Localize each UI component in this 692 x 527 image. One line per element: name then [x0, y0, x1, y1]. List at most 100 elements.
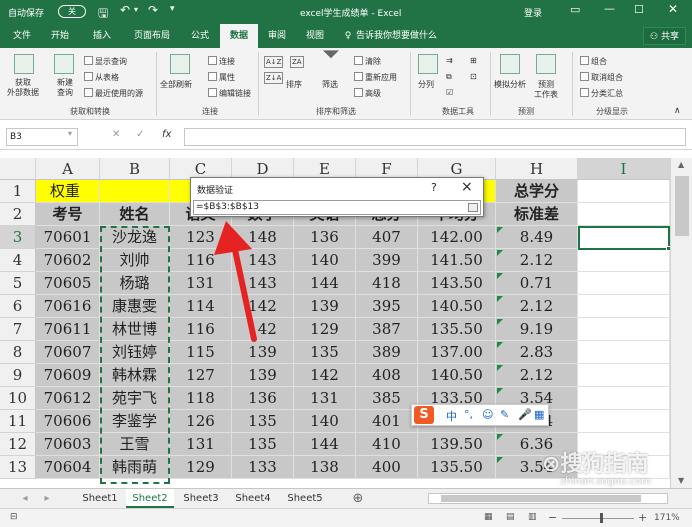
filter-button[interactable]: 筛选 — [322, 80, 338, 90]
tab-formulas[interactable]: 公式 — [182, 24, 218, 48]
row-header-7[interactable]: 7 — [0, 318, 36, 341]
punctuation-icon[interactable]: °, — [464, 408, 473, 421]
cell-h3[interactable]: 8.49 — [496, 226, 578, 249]
sogou-ime-toolbar[interactable]: S 中 °, ☺ ✎ 🎤 ▦ — [411, 404, 549, 426]
toolbox-icon[interactable]: ▦ — [534, 408, 544, 421]
cell-d13[interactable]: 133 — [232, 456, 294, 479]
cell-i7[interactable] — [578, 318, 670, 341]
cell-a7[interactable]: 70611 — [36, 318, 100, 341]
cell-g7[interactable]: 135.50 — [418, 318, 496, 341]
cell-h4[interactable]: 2.12 — [496, 249, 578, 272]
dialog-close-button[interactable]: × — [461, 179, 473, 195]
tab-review[interactable]: 审阅 — [262, 24, 292, 48]
cell-i11[interactable] — [578, 410, 670, 433]
cell-g9[interactable]: 140.50 — [418, 364, 496, 387]
scroll-up-icon[interactable]: ▲ — [678, 160, 684, 169]
cell-d12[interactable]: 135 — [232, 433, 294, 456]
cell-g13[interactable]: 135.50 — [418, 456, 496, 479]
login-link[interactable]: 登录 — [524, 6, 542, 19]
cell-a6[interactable]: 70616 — [36, 295, 100, 318]
cell-f8[interactable]: 389 — [356, 341, 418, 364]
cell-g8[interactable]: 137.00 — [418, 341, 496, 364]
cell-c13[interactable]: 129 — [170, 456, 232, 479]
error-indicator-icon[interactable] — [497, 227, 503, 233]
active-cell[interactable] — [578, 226, 670, 250]
reapply-button[interactable]: 重新应用 — [354, 72, 397, 83]
cell-e5[interactable]: 144 — [294, 272, 356, 295]
cell-e3[interactable]: 136 — [294, 226, 356, 249]
cell-f10[interactable]: 385 — [356, 387, 418, 410]
cell-b1[interactable] — [100, 180, 170, 203]
cell-c11[interactable]: 126 — [170, 410, 232, 433]
scroll-down-icon[interactable]: ▼ — [678, 476, 684, 485]
cell-e10[interactable]: 131 — [294, 387, 356, 410]
tab-page-layout[interactable]: 页面布局 — [128, 24, 176, 48]
column-header-b[interactable]: B — [100, 158, 170, 180]
new-query-button[interactable]: 新建 查询 — [52, 78, 78, 98]
cell-f13[interactable]: 400 — [356, 456, 418, 479]
cell-g5[interactable]: 143.50 — [418, 272, 496, 295]
zoom-slider[interactable] — [562, 518, 634, 519]
row-header-3[interactable]: 3 — [0, 226, 36, 249]
cell-c9[interactable]: 127 — [170, 364, 232, 387]
row-header-8[interactable]: 8 — [0, 341, 36, 364]
cell-i2[interactable] — [578, 203, 670, 226]
sort-button[interactable]: 排序 — [286, 80, 302, 90]
clear-button[interactable]: 清除 — [354, 56, 381, 67]
help-button[interactable]: ? — [431, 181, 437, 194]
row-header-4[interactable]: 4 — [0, 249, 36, 272]
minimize-icon[interactable]: — — [604, 2, 615, 15]
column-header-a[interactable]: A — [36, 158, 100, 180]
name-box-dropdown-icon[interactable]: ▾ — [68, 129, 72, 138]
cell-i4[interactable] — [578, 249, 670, 272]
cell-e8[interactable]: 135 — [294, 341, 356, 364]
refresh-all-button[interactable]: 全部刷新 — [160, 80, 192, 90]
column-header-h[interactable]: H — [496, 158, 578, 180]
emoji-icon[interactable]: ☺ — [482, 408, 493, 421]
cell-i10[interactable] — [578, 387, 670, 410]
cell-f5[interactable]: 418 — [356, 272, 418, 295]
cell-f12[interactable]: 410 — [356, 433, 418, 456]
cell-h2[interactable]: 标准差 — [496, 203, 578, 226]
show-query-button[interactable]: 显示查询 — [84, 56, 127, 67]
formula-input[interactable] — [184, 128, 686, 146]
undo-icon[interactable]: ↶ — [120, 3, 130, 17]
subtotal-button[interactable]: 分类汇总 — [580, 88, 623, 99]
ime-mode-toggle[interactable]: 中 — [446, 408, 457, 424]
properties-button[interactable]: 属性 — [208, 72, 235, 83]
sort-asc-icon[interactable]: A↓Z — [264, 56, 284, 68]
cell-a3[interactable]: 70601 — [36, 226, 100, 249]
from-table-button[interactable]: 从表格 — [84, 72, 119, 83]
zoom-out-button[interactable]: − — [548, 511, 557, 524]
cell-a11[interactable]: 70606 — [36, 410, 100, 433]
connections-button[interactable]: 连接 — [208, 56, 235, 67]
cell-e7[interactable]: 129 — [294, 318, 356, 341]
forecast-sheet-button[interactable]: 预测 工作表 — [530, 80, 562, 100]
cell-e12[interactable]: 144 — [294, 433, 356, 456]
row-header-9[interactable]: 9 — [0, 364, 36, 387]
cell-a1[interactable]: 权重 — [36, 180, 100, 203]
advanced-button[interactable]: 高级 — [354, 88, 381, 99]
zoom-level[interactable]: 171% — [654, 513, 680, 523]
tab-data[interactable]: 数据 — [220, 24, 258, 48]
cell-i9[interactable] — [578, 364, 670, 387]
cell-e13[interactable]: 138 — [294, 456, 356, 479]
sheet-tab-2[interactable]: Sheet2 — [126, 489, 174, 508]
cell-a4[interactable]: 70602 — [36, 249, 100, 272]
cell-a8[interactable]: 70607 — [36, 341, 100, 364]
error-indicator-icon[interactable] — [497, 457, 503, 463]
cell-d11[interactable]: 135 — [232, 410, 294, 433]
tab-home[interactable]: 开始 — [44, 24, 76, 48]
data-validation-icon[interactable]: ☑ — [446, 88, 453, 98]
customize-toolbar-icon[interactable]: ▾ — [170, 4, 175, 14]
cell-i6[interactable] — [578, 295, 670, 318]
cell-f4[interactable]: 399 — [356, 249, 418, 272]
cell-f9[interactable]: 408 — [356, 364, 418, 387]
close-window-icon[interactable]: ✕ — [668, 2, 678, 16]
cell-a2[interactable]: 考号 — [36, 203, 100, 226]
row-header-1[interactable]: 1 — [0, 180, 36, 203]
zoom-in-button[interactable]: + — [638, 511, 647, 524]
cell-e4[interactable]: 140 — [294, 249, 356, 272]
cell-e6[interactable]: 139 — [294, 295, 356, 318]
horizontal-scrollbar[interactable] — [428, 493, 668, 504]
